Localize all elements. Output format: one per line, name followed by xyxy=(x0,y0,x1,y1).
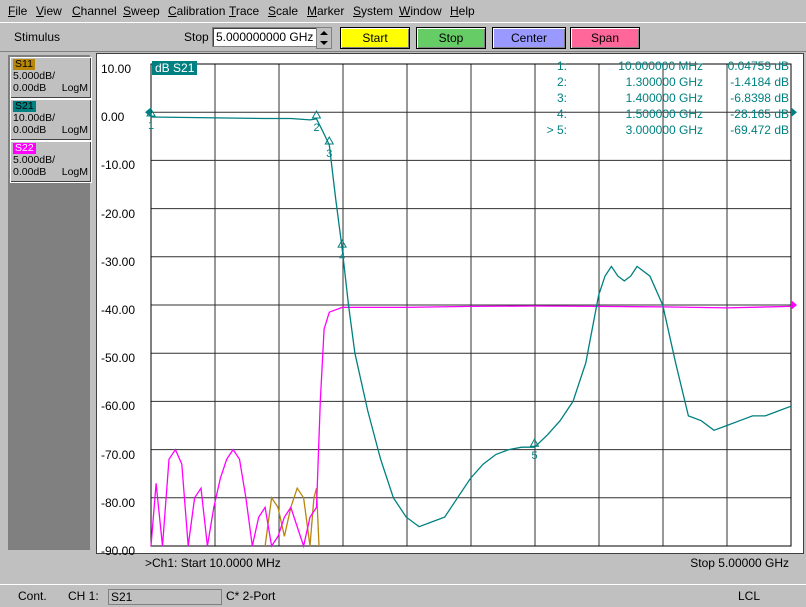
trace-scale: 10.00dB/ xyxy=(13,112,56,124)
stop-frequency-input[interactable]: 5.000000000 GHz xyxy=(212,27,317,47)
trace-format: LogM xyxy=(61,166,88,178)
menu-sweep[interactable]: Sweep xyxy=(123,4,160,18)
trace-name: S21 xyxy=(13,100,36,112)
marker-readout-num: 1: xyxy=(556,59,567,73)
active-trace-title: dB S21 xyxy=(152,61,198,75)
marker-readout-num: 4: xyxy=(556,107,567,121)
marker-readout-freq: 1.300000 GHz xyxy=(625,75,703,89)
calibration-status: C* 2-Port xyxy=(226,589,276,603)
ref-level-marker-right xyxy=(791,107,797,118)
menu-calibration[interactable]: Calibration xyxy=(168,4,225,18)
y-tick-label: 0.00 xyxy=(101,110,125,125)
measurement-chart[interactable]: 1 2 3 4 5 10.00 0.00 -10.00 -20.00 -30.00 -40.00 -… xyxy=(96,53,804,570)
y-tick-label: -30.00 xyxy=(101,254,136,269)
trace-ref: 0.00dB xyxy=(13,124,47,136)
start-button[interactable]: Start xyxy=(340,27,410,49)
stop-button[interactable]: Stop xyxy=(416,27,486,49)
trace-scale: 5.000dB/ xyxy=(13,154,56,166)
chart-footer-start: >Ch1: Start 10.0000 MHz xyxy=(145,556,281,570)
marker-4-label: 4 xyxy=(339,251,345,263)
marker-2-label: 2 xyxy=(313,122,319,134)
marker-readout-num: 3: xyxy=(556,91,567,105)
series-line-s11 xyxy=(264,486,320,547)
marker-readout-val: -6.8398 dB xyxy=(730,91,789,105)
reference-status: LCL xyxy=(738,589,761,603)
trace-format: LogM xyxy=(61,124,88,136)
trace-ref: 0.00dB xyxy=(13,82,47,94)
menu-trace[interactable]: Trace xyxy=(229,4,259,18)
center-button[interactable]: Center xyxy=(492,27,566,49)
spinner-arrows-icon xyxy=(320,31,328,45)
marker-readout-num: > 5: xyxy=(546,123,567,137)
status-bar: Cont. CH 1: S21 C* 2-Port LCL xyxy=(0,584,806,607)
trace-ref: 0.00dB xyxy=(13,166,47,178)
trace-format: LogM xyxy=(61,82,88,94)
menu-scale[interactable]: Scale xyxy=(268,4,298,18)
y-tick-label: -20.00 xyxy=(101,206,136,221)
marker-readout-num: 2: xyxy=(556,75,567,89)
menu-view[interactable]: View xyxy=(36,4,62,18)
marker-readout-val: -28.165 dB xyxy=(730,107,789,121)
trace-box-s22[interactable]: S22 5.000dB/ 0.00dB LogM xyxy=(10,141,92,183)
marker-readout-freq: 10.000000 MHz xyxy=(618,59,703,73)
marker-5-label: 5 xyxy=(531,450,537,462)
trace-name: S22 xyxy=(13,142,36,154)
stimulus-toolbar: Stimulus Stop 5.000000000 GHz Start Stop… xyxy=(0,22,806,52)
trace-scale: 5.000dB/ xyxy=(13,70,56,82)
active-trace-status: S21 xyxy=(108,589,222,605)
menu-marker[interactable]: Marker xyxy=(307,4,344,18)
y-tick-label: -90.00 xyxy=(101,544,136,558)
trace-name: S11 xyxy=(13,58,35,70)
y-tick-label: -10.00 xyxy=(101,158,136,173)
marker-3-label: 3 xyxy=(326,148,332,160)
y-tick-label: -60.00 xyxy=(101,399,136,414)
menu-channel[interactable]: Channel xyxy=(72,4,117,18)
y-tick-label: -50.00 xyxy=(101,351,136,366)
menu-help[interactable]: Help xyxy=(450,4,475,18)
marker-readout-freq: 3.000000 GHz xyxy=(625,123,703,137)
y-tick-label: -80.00 xyxy=(101,495,136,510)
ref-level-marker-s22 xyxy=(791,300,797,310)
stop-field-label: Stop xyxy=(184,30,209,44)
marker-readout-val: 0.04759 dB xyxy=(727,59,789,73)
marker-readout-val: -69.472 dB xyxy=(730,123,789,137)
trace-box-s11[interactable]: S11 5.000dB/ 0.00dB LogM xyxy=(10,57,92,99)
stop-frequency-spinner[interactable] xyxy=(316,27,332,49)
y-tick-label: -40.00 xyxy=(101,303,136,317)
menu-system[interactable]: System xyxy=(353,4,393,18)
menu-file[interactable]: File xyxy=(8,4,27,18)
stimulus-label: Stimulus xyxy=(14,30,61,44)
trace-box-s21[interactable]: S21 10.00dB/ 0.00dB LogM xyxy=(10,99,92,141)
marker-readout-val: -1.4184 dB xyxy=(730,75,789,89)
marker-readout-freq: 1.400000 GHz xyxy=(625,91,703,105)
y-tick-label: -70.00 xyxy=(101,447,136,462)
menu-window[interactable]: Window xyxy=(399,4,442,18)
menu-bar: File View Channel Sweep Calibration Trac… xyxy=(0,0,806,22)
marker-1-label: 1 xyxy=(148,120,154,132)
chart-footer-stop: Stop 5.00000 GHz xyxy=(690,556,789,570)
y-tick-label: 10.00 xyxy=(101,62,132,76)
span-button[interactable]: Span xyxy=(570,27,640,49)
trace-panel: S11 5.000dB/ 0.00dB LogM S21 10.00dB/ 0.… xyxy=(8,55,92,550)
channel-status: CH 1: xyxy=(68,589,99,603)
sweep-mode-status: Cont. xyxy=(18,589,47,603)
marker-readout-freq: 1.500000 GHz xyxy=(625,107,703,121)
